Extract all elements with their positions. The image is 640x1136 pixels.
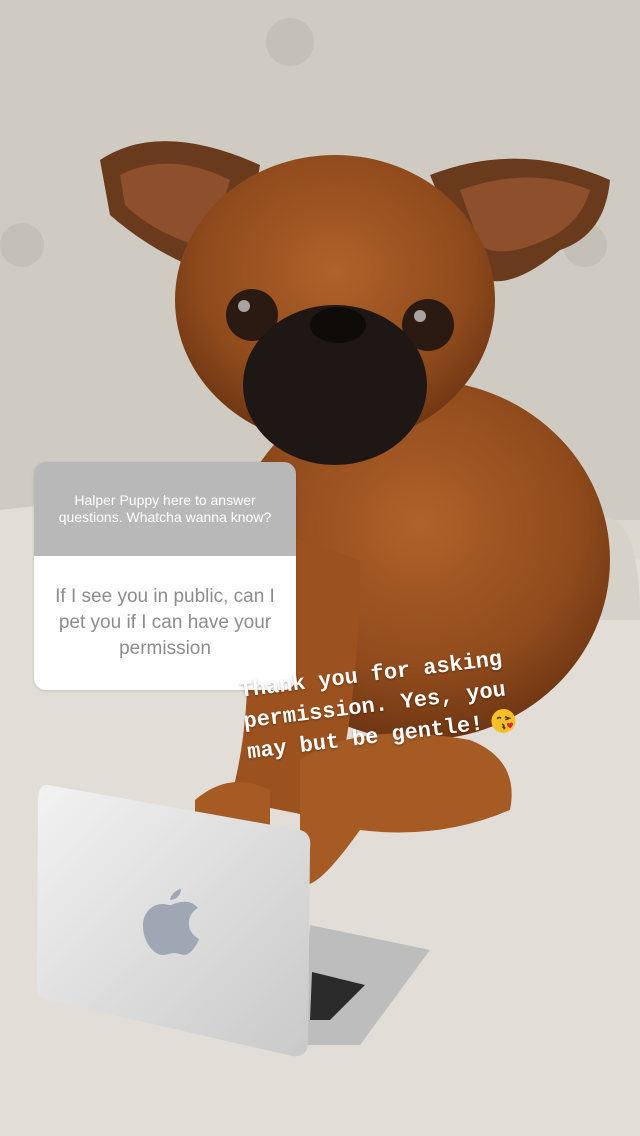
tuft-button	[266, 18, 314, 66]
question-sticker: Halper Puppy here to answer questions. W…	[34, 462, 296, 690]
question-prompt: Halper Puppy here to answer questions. W…	[34, 462, 296, 556]
dog-nose	[310, 307, 366, 343]
question-text: If I see you in public, can I pet you if…	[34, 556, 296, 690]
story-canvas: Halper Puppy here to answer questions. W…	[0, 0, 640, 1136]
tuft-button	[0, 223, 44, 267]
kissing-face-with-heart-emoji	[491, 709, 516, 734]
